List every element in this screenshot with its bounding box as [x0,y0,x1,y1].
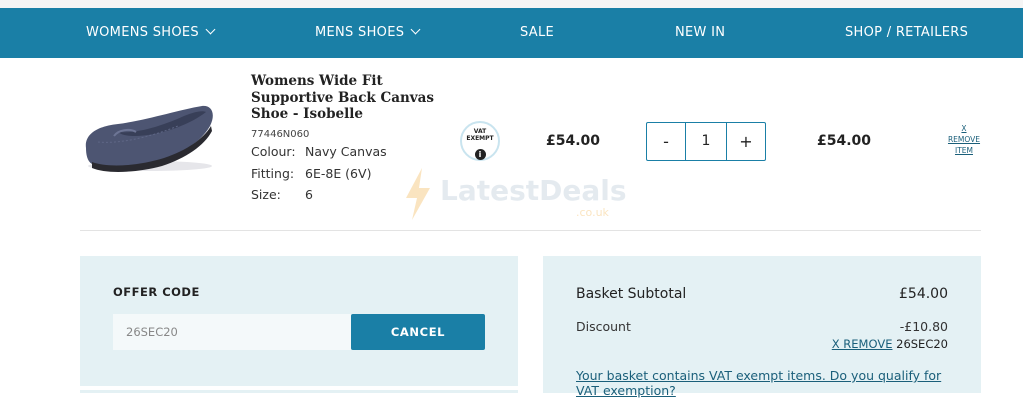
product-title[interactable]: Womens Wide Fit Supportive Back Canvas S… [251,73,451,123]
vat-exempt-label: VAT EXEMPT [466,128,494,142]
nav-womens-shoes[interactable]: WOMENS SHOES [86,8,216,58]
chevron-down-icon [410,24,421,35]
fitting-value: 6E-8E (6V) [305,166,372,181]
discount-code: 26SEC20 [896,337,948,351]
nav-womens-shoes-label: WOMENS SHOES [86,25,199,40]
quantity-increase-button[interactable]: + [726,123,765,160]
remove-item-button[interactable]: X REMOVE ITEM [940,123,988,156]
product-size: Size: 6 [251,187,313,202]
close-icon: X [961,124,967,133]
product-colour: Colour: Navy Canvas [251,144,387,159]
remove-item-label: REMOVE ITEM [947,135,981,155]
basket-summary-panel: Basket Subtotal £54.00 Discount -£10.80 … [543,256,981,398]
offer-code-title: OFFER CODE [113,285,200,299]
cancel-button[interactable]: CANCEL [351,314,485,350]
nav-sale-label: SALE [520,25,555,40]
colour-label: Colour: [251,144,296,159]
subtotal-label: Basket Subtotal [576,286,687,302]
product-sku: 77446N060 [251,129,310,140]
nav-shop-retailers[interactable]: SHOP / RETAILERS [845,8,968,58]
nav-mens-shoes[interactable]: MENS SHOES [315,8,421,58]
watermark-logo: LatestDeals .co.uk [404,168,627,224]
discount-value: -£10.80 [899,319,948,334]
vat-exempt-badge[interactable]: VAT EXEMPT i [460,121,500,161]
nav-sale[interactable]: SALE [520,8,554,58]
discount-label: Discount [576,319,631,334]
chevron-down-icon [205,24,216,35]
vat-exemption-link[interactable]: Your basket contains VAT exempt items. D… [576,368,956,398]
main-nav: WOMENS SHOES MENS SHOES SALE NEW IN SHOP… [0,8,1023,58]
nav-new-in-label: NEW IN [675,25,726,40]
discount-remove-row: X REMOVE 26SEC20 [832,337,948,351]
nav-mens-shoes-label: MENS SHOES [315,25,405,40]
remove-discount-link[interactable]: X REMOVE [832,337,893,351]
divider [80,230,981,231]
nav-shop-retailers-label: SHOP / RETAILERS [845,25,969,40]
product-fitting: Fitting: 6E-8E (6V) [251,166,371,181]
subtotal-value: £54.00 [899,286,948,302]
top-strip [0,0,1023,8]
quantity-stepper: - + [646,122,766,161]
info-icon: i [474,149,486,160]
size-value: 6 [305,187,313,202]
line-total: £54.00 [817,133,872,149]
fitting-label: Fitting: [251,166,295,181]
offer-code-panel: OFFER CODE CANCEL [80,256,518,386]
quantity-decrease-button[interactable]: - [647,123,686,160]
watermark-text: LatestDeals [440,174,627,207]
size-label: Size: [251,187,281,202]
quantity-input[interactable] [686,123,726,160]
colour-value: Navy Canvas [305,144,387,159]
product-image[interactable] [78,96,218,178]
unit-price: £54.00 [546,133,601,149]
offer-code-input[interactable] [113,314,351,350]
watermark-sub: .co.uk [576,206,609,219]
nav-new-in[interactable]: NEW IN [675,8,725,58]
lightning-icon [406,168,430,220]
